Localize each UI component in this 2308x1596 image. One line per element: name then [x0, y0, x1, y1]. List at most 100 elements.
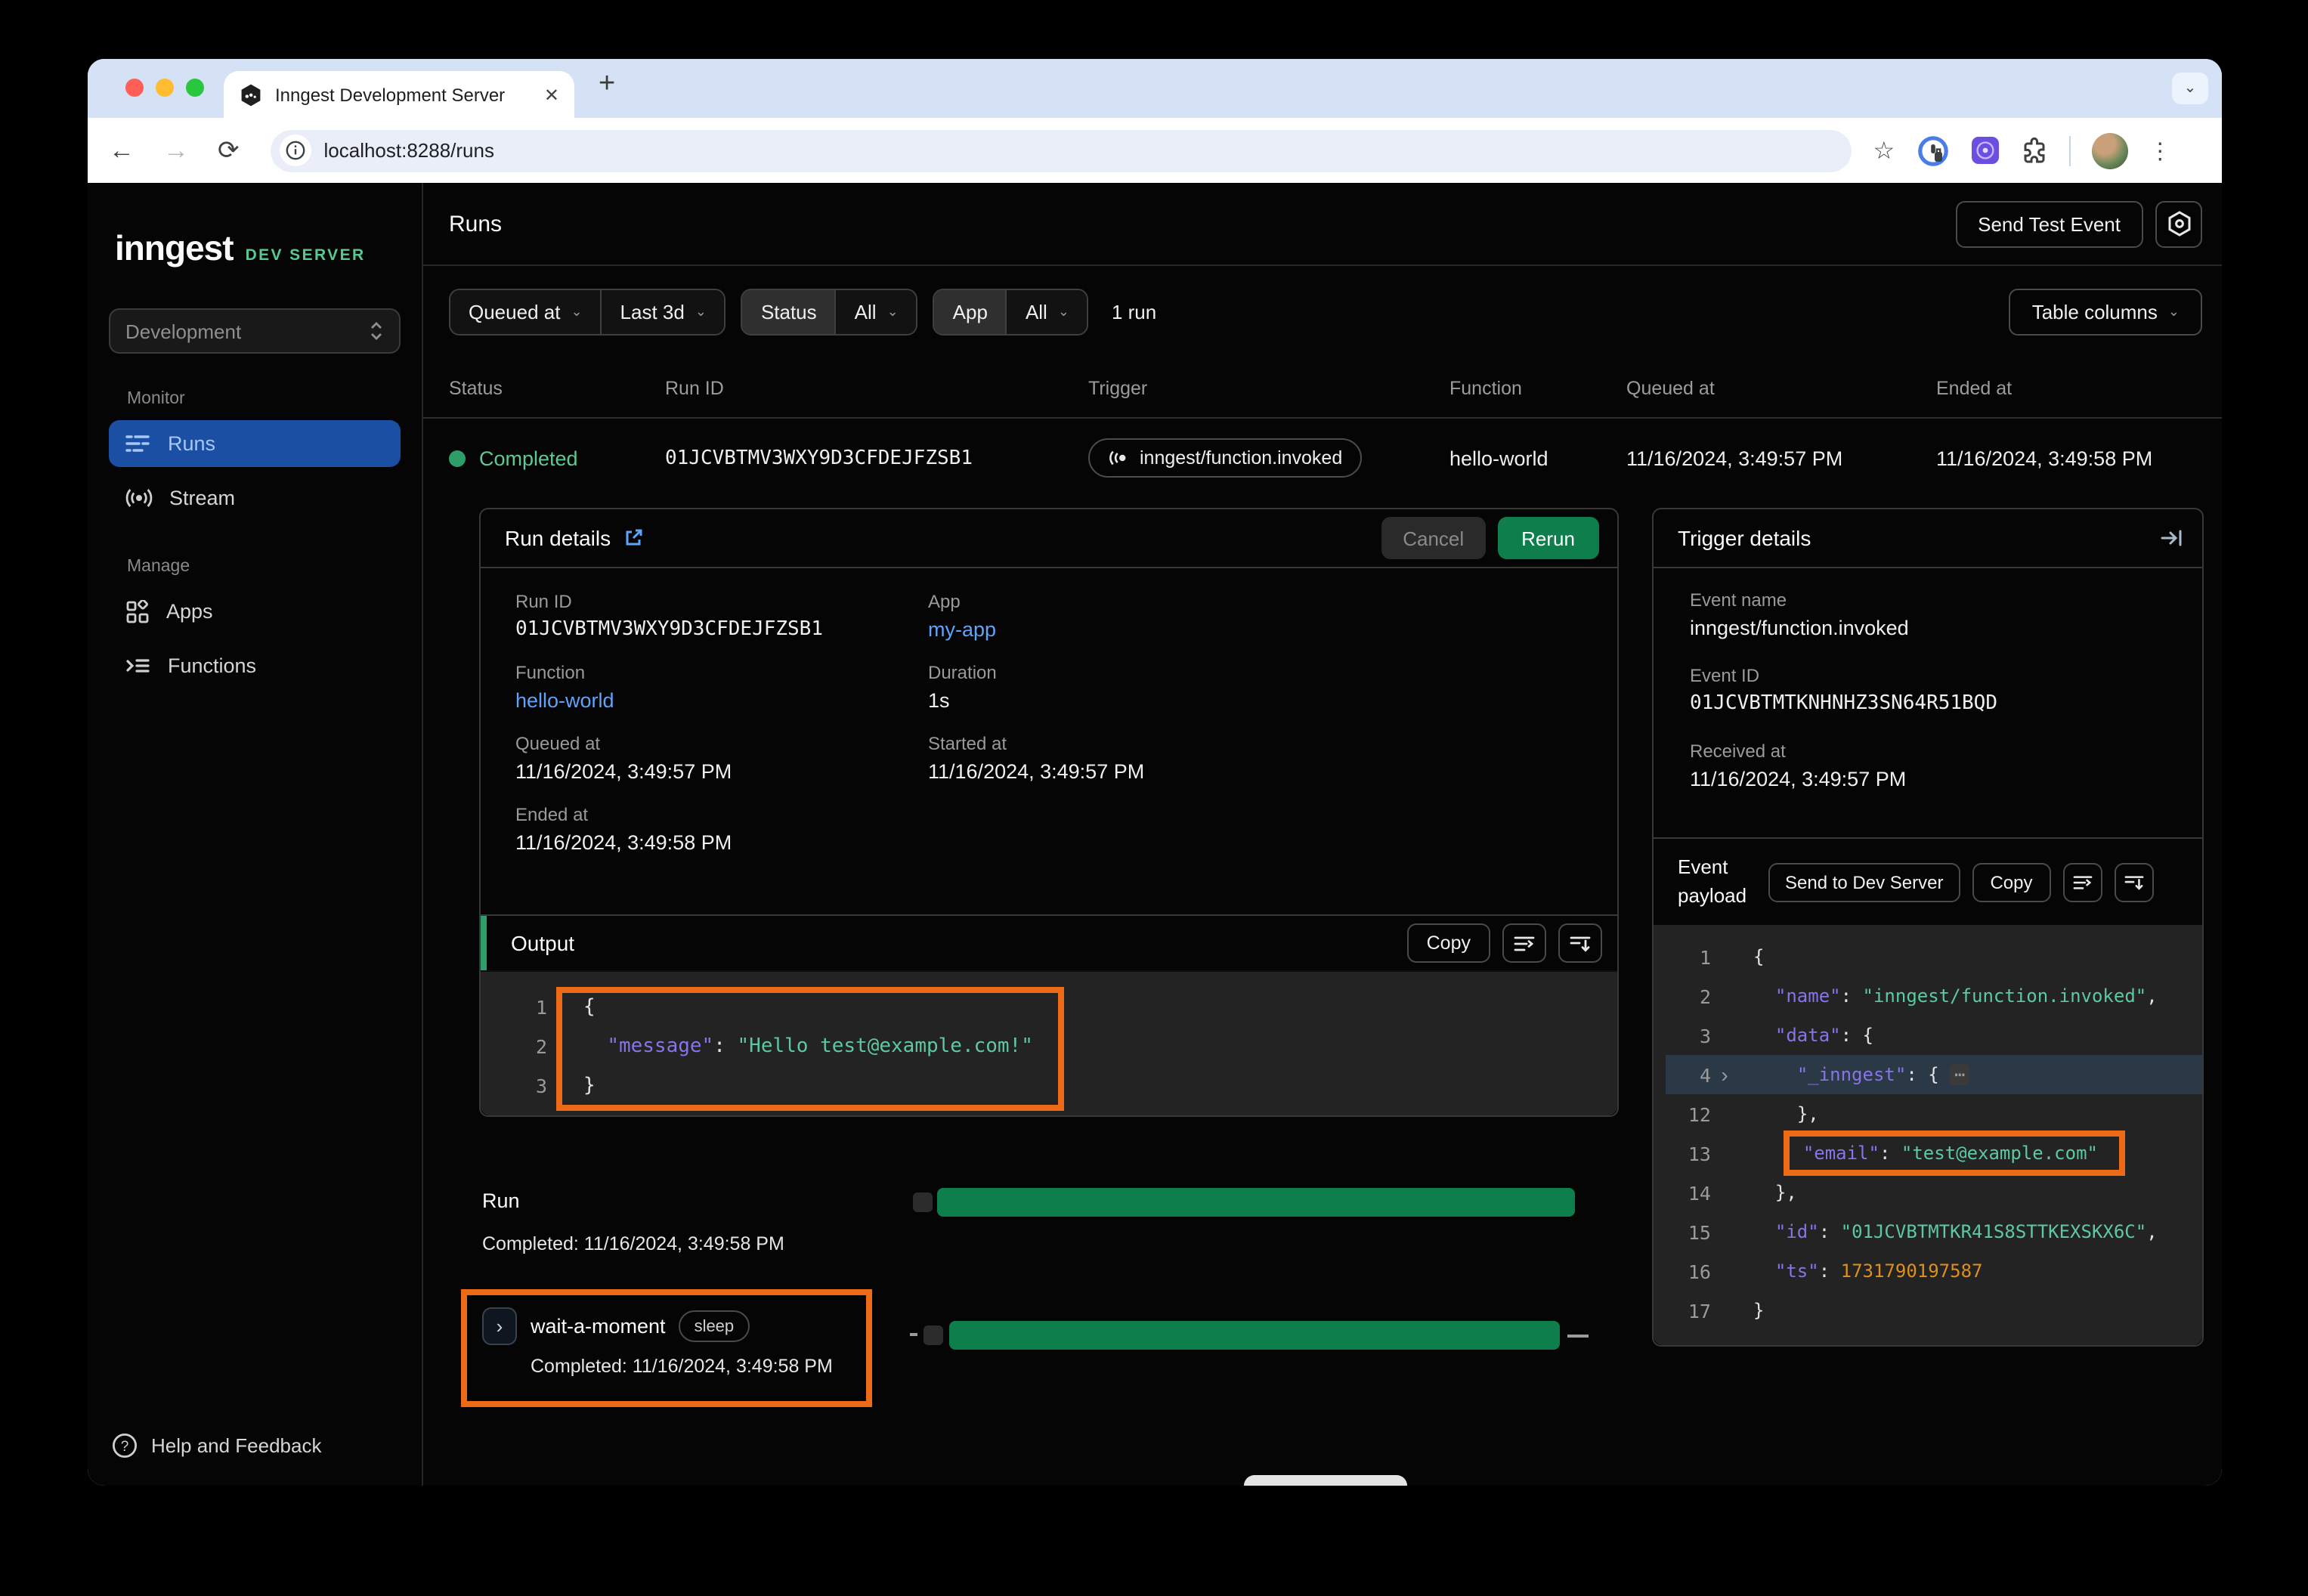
close-window-icon[interactable] — [125, 79, 144, 97]
chevron-up-down-icon — [369, 320, 384, 342]
extensions-puzzle-icon[interactable] — [2020, 137, 2047, 164]
send-to-dev-server-button[interactable]: Send to Dev Server — [1768, 862, 1960, 902]
table-columns-button[interactable]: Table columns⌄ — [2009, 289, 2202, 336]
external-link-icon[interactable] — [623, 527, 644, 549]
column-header-queued-at: Queued at — [1626, 377, 1936, 398]
sidebar-item-stream[interactable]: Stream — [109, 475, 401, 521]
code-line-16: 16 "ts": 1731790197587 — [1666, 1251, 2202, 1291]
reload-button[interactable]: ⟳ — [218, 135, 240, 165]
bookmark-star-icon[interactable]: ☆ — [1873, 135, 1895, 165]
code-line-4[interactable]: 4› "_inngest": { ⋯ — [1666, 1055, 2202, 1094]
sidebar-item-label: Runs — [168, 432, 215, 455]
section-label-monitor: Monitor — [127, 390, 401, 408]
app-filter-value[interactable]: All⌄ — [1006, 290, 1087, 334]
sidebar-item-runs[interactable]: Runs — [109, 420, 401, 467]
sidebar-item-functions[interactable]: Functions — [109, 642, 401, 689]
help-and-feedback[interactable]: ? Help and Feedback — [112, 1433, 322, 1458]
logo-row: inngest DEV SERVER — [109, 228, 401, 269]
line-number: 2 — [1666, 985, 1711, 1007]
output-copy-button[interactable]: Copy — [1407, 923, 1490, 963]
code-line-15: 15 "id": "01JCVBTMTKR41S8STTKEXSKX6C", — [1666, 1212, 2202, 1251]
step-timeline-bar[interactable] — [949, 1321, 1560, 1350]
ended-at-cell: 11/16/2024, 3:49:58 PM — [1936, 447, 2222, 469]
dev-server-badge: DEV SERVER — [246, 246, 366, 264]
apps-icon — [125, 599, 150, 623]
wrap-text-icon — [1513, 933, 1536, 953]
line-number: 17 — [1666, 1299, 1711, 1322]
field-received-at: Received at 11/16/2024, 3:49:57 PM — [1690, 741, 2178, 790]
gear-icon — [2165, 210, 2192, 237]
expand-step-button[interactable]: › — [482, 1307, 517, 1345]
app-link[interactable]: my-app — [928, 618, 1593, 641]
run-details-card: Run details Cancel Rerun — [479, 508, 1619, 1117]
field-event-id: Event ID 01JCVBTMTKNHNHZ3SN64R51BQD — [1690, 665, 2178, 715]
minimize-window-icon[interactable] — [156, 79, 174, 97]
run-completed-text: Completed: 11/16/2024, 3:49:58 PM — [482, 1233, 784, 1254]
status-filter[interactable]: Status All⌄ — [741, 289, 918, 336]
purple-extension-icon[interactable] — [1970, 136, 1999, 165]
site-info-icon[interactable] — [280, 135, 312, 166]
traffic-lights — [125, 79, 204, 97]
field-app: App my-app — [928, 591, 1593, 641]
app-filter-label: App — [935, 290, 1006, 334]
browser-tab[interactable]: Inngest Development Server ✕ — [224, 71, 574, 118]
svg-text:?: ? — [121, 1439, 129, 1455]
wrap-text-button[interactable] — [1502, 923, 1546, 963]
line-number: 15 — [1666, 1220, 1711, 1243]
status-filter-value[interactable]: All⌄ — [835, 290, 917, 334]
function-link[interactable]: hello-world — [515, 689, 928, 712]
browser-menu-icon[interactable]: ⋮ — [2149, 137, 2171, 164]
code-line-1: 1{ — [1666, 937, 2202, 976]
line-number: 1 — [502, 995, 547, 1018]
scroll-bottom-icon — [2123, 873, 2144, 891]
payload-wrap-text-button[interactable] — [2062, 862, 2102, 902]
environment-select[interactable]: Development — [109, 308, 401, 354]
output-header: Output Copy — [481, 914, 1617, 972]
run-start-marker — [913, 1192, 933, 1212]
event-waves-icon — [1108, 449, 1129, 467]
fold-chevron-icon[interactable]: › — [1711, 1062, 1738, 1087]
code-line-2: 2 "message": "Hello test@example.com!" — [502, 1026, 1617, 1066]
field-function: Function hello-world — [515, 662, 928, 712]
url-bar[interactable]: localhost:8288/runs — [271, 129, 1852, 172]
code-line-17: 17} — [1666, 1291, 2202, 1330]
cutoff-element — [1244, 1475, 1407, 1486]
forward-button[interactable]: → — [163, 135, 189, 165]
settings-button[interactable] — [2155, 200, 2202, 247]
chevron-down-icon: ⌄ — [571, 304, 582, 320]
sidebar-item-apps[interactable]: Apps — [109, 588, 401, 635]
zoom-window-icon[interactable] — [186, 79, 204, 97]
run-timeline-bar[interactable] — [937, 1188, 1575, 1217]
onepassword-extension-icon[interactable] — [1916, 134, 1949, 167]
back-button[interactable]: ← — [109, 135, 135, 165]
wrap-text-icon — [2071, 873, 2093, 891]
time-filter[interactable]: Queued at⌄ Last 3d⌄ — [449, 289, 726, 336]
url-text: localhost:8288/runs — [324, 139, 495, 162]
trigger-name: inngest/function.invoked — [1140, 447, 1342, 469]
time-range-select[interactable]: Last 3d⌄ — [601, 290, 725, 334]
collapse-panel-icon[interactable] — [2160, 527, 2184, 549]
send-test-event-button[interactable]: Send Test Event — [1955, 200, 2143, 247]
filter-bar: Queued at⌄ Last 3d⌄ Status All⌄ App — [423, 266, 2222, 358]
payload-copy-button[interactable]: Copy — [1972, 862, 2050, 902]
inngest-app: inngest DEV SERVER Development Monitor — [88, 183, 2222, 1486]
scroll-bottom-button[interactable] — [1558, 923, 1602, 963]
time-field-select[interactable]: Queued at⌄ — [450, 290, 601, 334]
tab-search-button[interactable]: ⌄ — [2172, 73, 2208, 104]
chevron-down-icon: ⌄ — [695, 304, 707, 320]
profile-avatar[interactable] — [2091, 132, 2127, 169]
new-tab-button[interactable]: + — [599, 68, 615, 101]
trigger-pill[interactable]: inngest/function.invoked — [1088, 438, 1362, 478]
app-filter[interactable]: App All⌄ — [933, 289, 1089, 336]
rerun-button[interactable]: Rerun — [1497, 517, 1599, 559]
line-number: 3 — [502, 1074, 547, 1096]
functions-icon — [125, 654, 151, 677]
tab-close-icon[interactable]: ✕ — [544, 84, 559, 105]
run-table-row[interactable]: Completed 01JCVBTMV3WXY9D3CFDEJFZSB1 inn… — [423, 419, 2222, 497]
cancel-button[interactable]: Cancel — [1381, 517, 1485, 559]
code-line-1: 1{ — [502, 987, 1617, 1026]
chevron-down-icon: ⌄ — [1058, 304, 1069, 320]
payload-scroll-bottom-button[interactable] — [2114, 862, 2153, 902]
step-pre-dash — [910, 1333, 917, 1336]
event-payload-label: Event payload — [1678, 853, 1756, 910]
